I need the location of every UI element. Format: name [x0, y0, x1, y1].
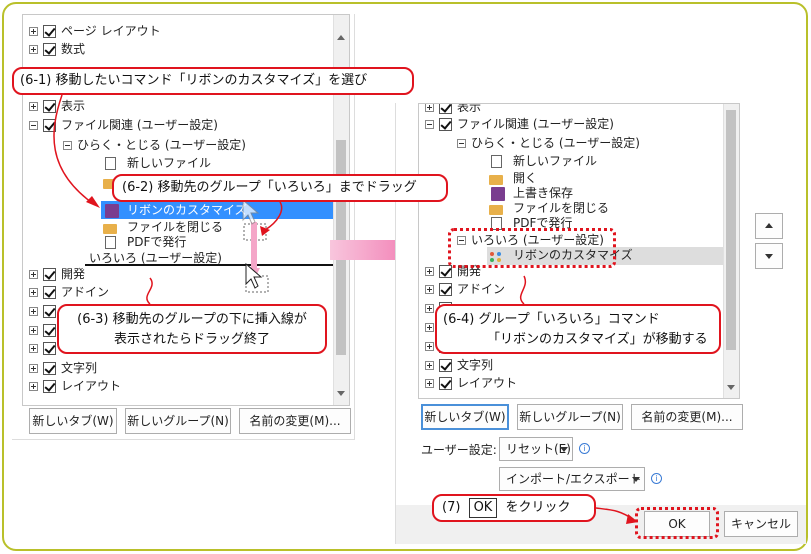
connector-line	[264, 201, 283, 231]
arrowhead-icon	[86, 196, 100, 208]
connector-line	[146, 277, 153, 305]
connector-line	[519, 275, 527, 305]
connector-line	[53, 94, 96, 206]
connector-arrows	[53, 94, 638, 524]
arrowhead-icon	[626, 514, 638, 524]
